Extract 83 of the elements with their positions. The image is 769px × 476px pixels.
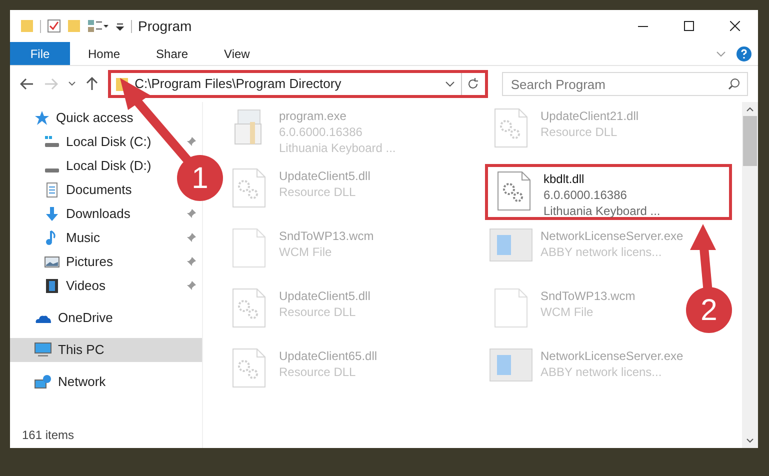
gear-file-icon bbox=[232, 288, 266, 328]
file-detail: 6.0.6000.16386 bbox=[544, 187, 628, 203]
back-arrow-icon[interactable] bbox=[20, 78, 34, 90]
sidebar-item[interactable]: Pictures bbox=[10, 250, 202, 274]
document-icon bbox=[44, 182, 60, 198]
properties-icon bbox=[87, 19, 109, 33]
checkmark-icon bbox=[47, 19, 61, 33]
file-detail: 6.0.6000.16386 bbox=[279, 124, 364, 140]
file-detail: WCM File bbox=[540, 304, 594, 320]
gear-file-icon bbox=[496, 171, 530, 211]
file-name: program.exe bbox=[279, 108, 348, 124]
film-icon bbox=[44, 278, 60, 294]
down-arrow-icon bbox=[44, 206, 60, 222]
sidebar-item[interactable]: Local Disk (C:) bbox=[10, 130, 202, 154]
file-detail: Resource DLL bbox=[540, 124, 618, 140]
file-name: UpdateClient5.dll bbox=[279, 168, 370, 184]
ribbon-tab[interactable]: Home bbox=[70, 42, 138, 65]
file-name: kbdlt.dll bbox=[544, 171, 586, 187]
folder-icon bbox=[67, 19, 81, 33]
sidebar-item[interactable]: Network bbox=[10, 370, 112, 394]
file-detail: Resource DLL bbox=[279, 184, 357, 200]
pin-icon[interactable] bbox=[186, 137, 196, 147]
pin-icon[interactable] bbox=[186, 233, 196, 243]
refresh-icon[interactable] bbox=[467, 78, 480, 90]
scrollbar[interactable] bbox=[742, 102, 758, 448]
pin-icon[interactable] bbox=[186, 209, 196, 219]
chevron-down-icon[interactable] bbox=[444, 80, 455, 88]
sidebar-item[interactable]: Documents bbox=[10, 178, 138, 202]
maximize-icon bbox=[684, 21, 694, 31]
sidebar-item[interactable]: Downloads bbox=[10, 202, 202, 226]
chevron-up-icon[interactable] bbox=[746, 106, 754, 112]
chevron-down-icon[interactable] bbox=[746, 438, 754, 444]
sidebar-item[interactable]: Music bbox=[10, 226, 202, 250]
drive-icon bbox=[44, 168, 60, 172]
up-arrow-icon[interactable] bbox=[86, 77, 98, 91]
file-name: NetworkLicenseServer.exe bbox=[540, 348, 684, 364]
file-detail: Resource DLL bbox=[279, 364, 357, 380]
scrollbar-thumb[interactable] bbox=[743, 116, 757, 166]
close-icon bbox=[730, 21, 740, 31]
file-detail: ABBY network licens... bbox=[540, 364, 663, 380]
file-name: UpdateClient21.dll bbox=[540, 108, 639, 124]
gear-file-icon bbox=[232, 168, 266, 208]
picture-icon bbox=[44, 254, 60, 270]
sidebar-item[interactable]: This PC bbox=[10, 338, 202, 362]
pin-icon[interactable] bbox=[186, 281, 196, 291]
sidebar-item[interactable]: Quick access bbox=[10, 106, 140, 130]
file-detail: ABBY network licens... bbox=[540, 244, 663, 260]
file-detail: Resource DLL bbox=[279, 304, 357, 320]
file-tile[interactable]: kbdlt.dll 6.0.6000.16386 Lithuania Keyboard ... bbox=[484, 164, 732, 220]
help-icon[interactable] bbox=[736, 46, 752, 62]
address-path: C:\Program Files\Program Directory bbox=[134, 75, 342, 94]
file-name: NetworkLicenseServer.exe bbox=[540, 228, 684, 244]
window-title: Program bbox=[138, 16, 192, 36]
ribbon-tab[interactable]: File bbox=[10, 42, 70, 65]
sidebar-item[interactable]: OneDrive bbox=[10, 306, 119, 330]
window-icon bbox=[488, 348, 532, 382]
star-icon bbox=[34, 110, 50, 126]
search-field[interactable]: Search Program bbox=[502, 72, 748, 96]
drive-icon bbox=[44, 134, 60, 150]
ribbon-tab[interactable]: View bbox=[206, 42, 268, 65]
chevron-down-icon[interactable] bbox=[68, 81, 76, 87]
item-count: 161 items bbox=[22, 427, 76, 444]
sidebar-item[interactable]: Videos bbox=[10, 274, 202, 298]
pin-icon[interactable] bbox=[186, 257, 196, 267]
monitor-icon bbox=[34, 342, 52, 358]
file-icon bbox=[232, 228, 266, 268]
gear-file-icon bbox=[494, 108, 528, 148]
window-icon bbox=[488, 228, 532, 262]
sidebar-item[interactable]: Local Disk (D:) bbox=[10, 154, 158, 178]
gear-file-icon bbox=[232, 348, 266, 388]
address-field[interactable]: C:\Program Files\Program Directory bbox=[108, 70, 488, 98]
file-name: UpdateClient65.dll bbox=[279, 348, 378, 364]
file-name: SndToWP13.wcm bbox=[540, 288, 636, 304]
ribbon-tab[interactable]: Share bbox=[138, 42, 206, 65]
folder-icon bbox=[20, 19, 34, 33]
file-detail: WCM File bbox=[279, 244, 333, 260]
search-icon[interactable] bbox=[728, 78, 740, 90]
file-detail: Lithuania Keyboard ... bbox=[279, 140, 396, 156]
file-name: UpdateClient5.dll bbox=[279, 288, 370, 304]
file-detail: Lithuania Keyboard ... bbox=[544, 203, 660, 219]
file-name: SndToWP13.wcm bbox=[279, 228, 374, 244]
file-icon bbox=[494, 288, 528, 328]
network-icon bbox=[34, 374, 52, 390]
